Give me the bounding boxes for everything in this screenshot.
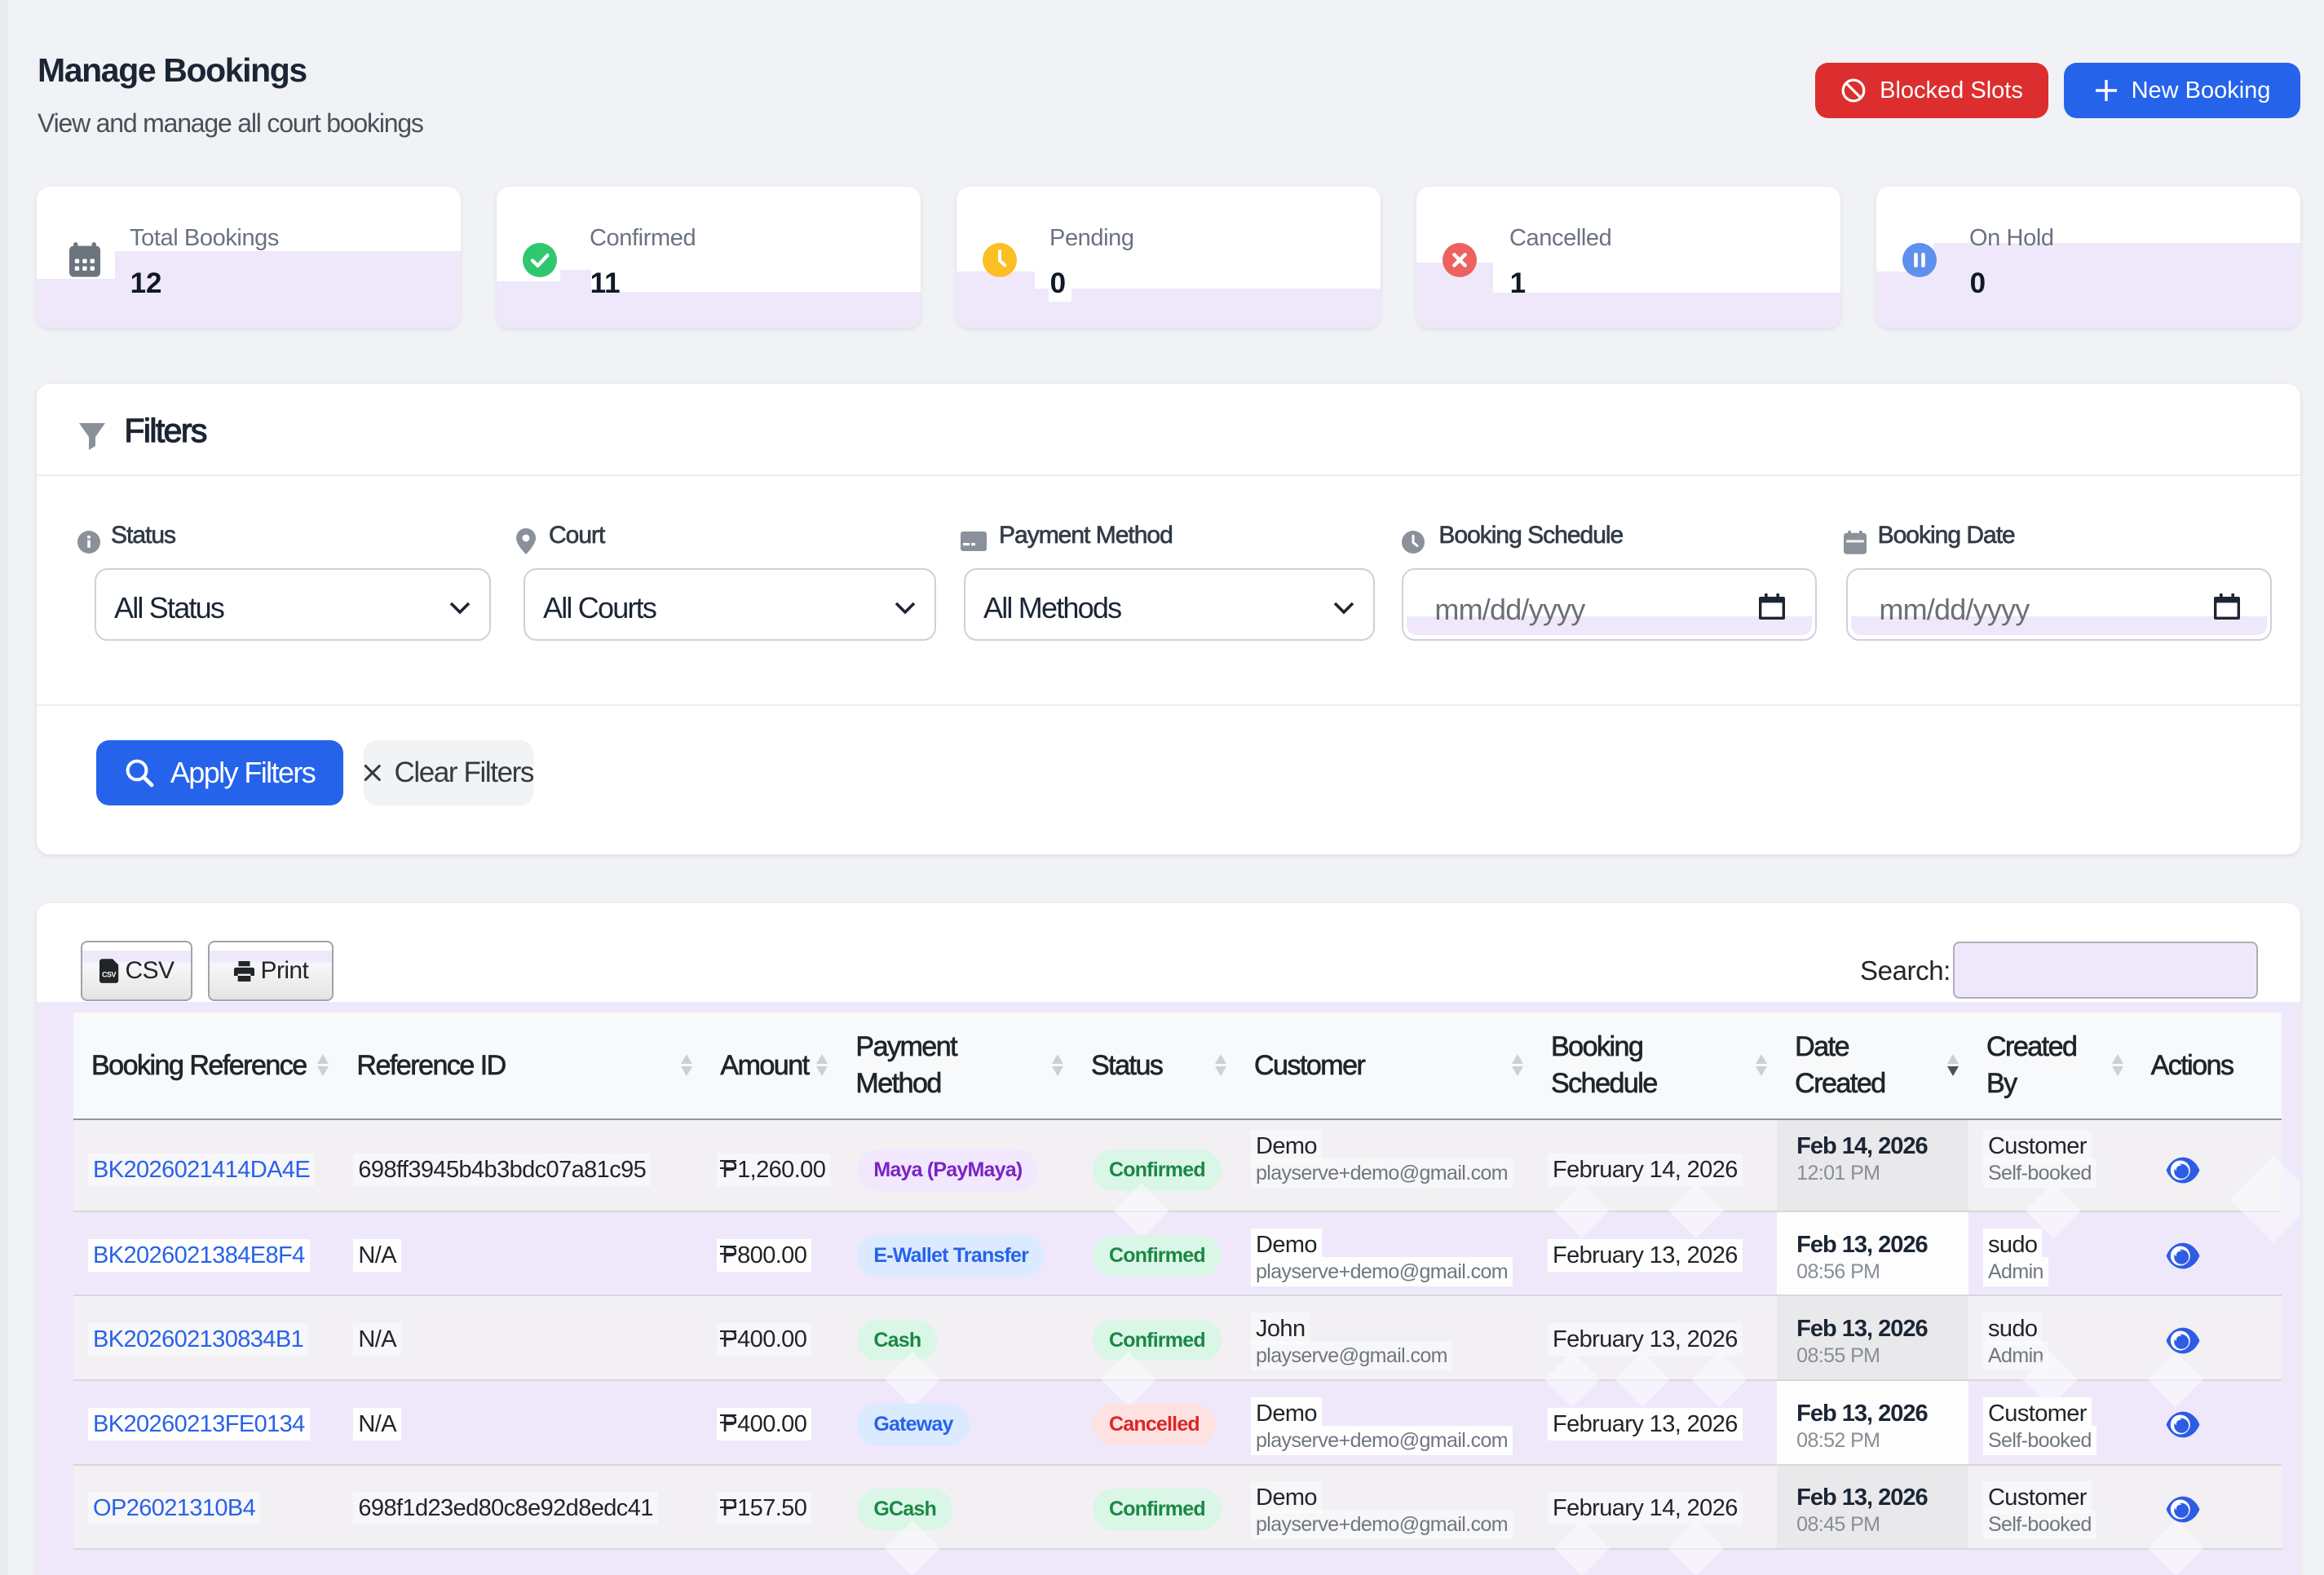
svg-text:CSV: CSV xyxy=(102,970,116,978)
